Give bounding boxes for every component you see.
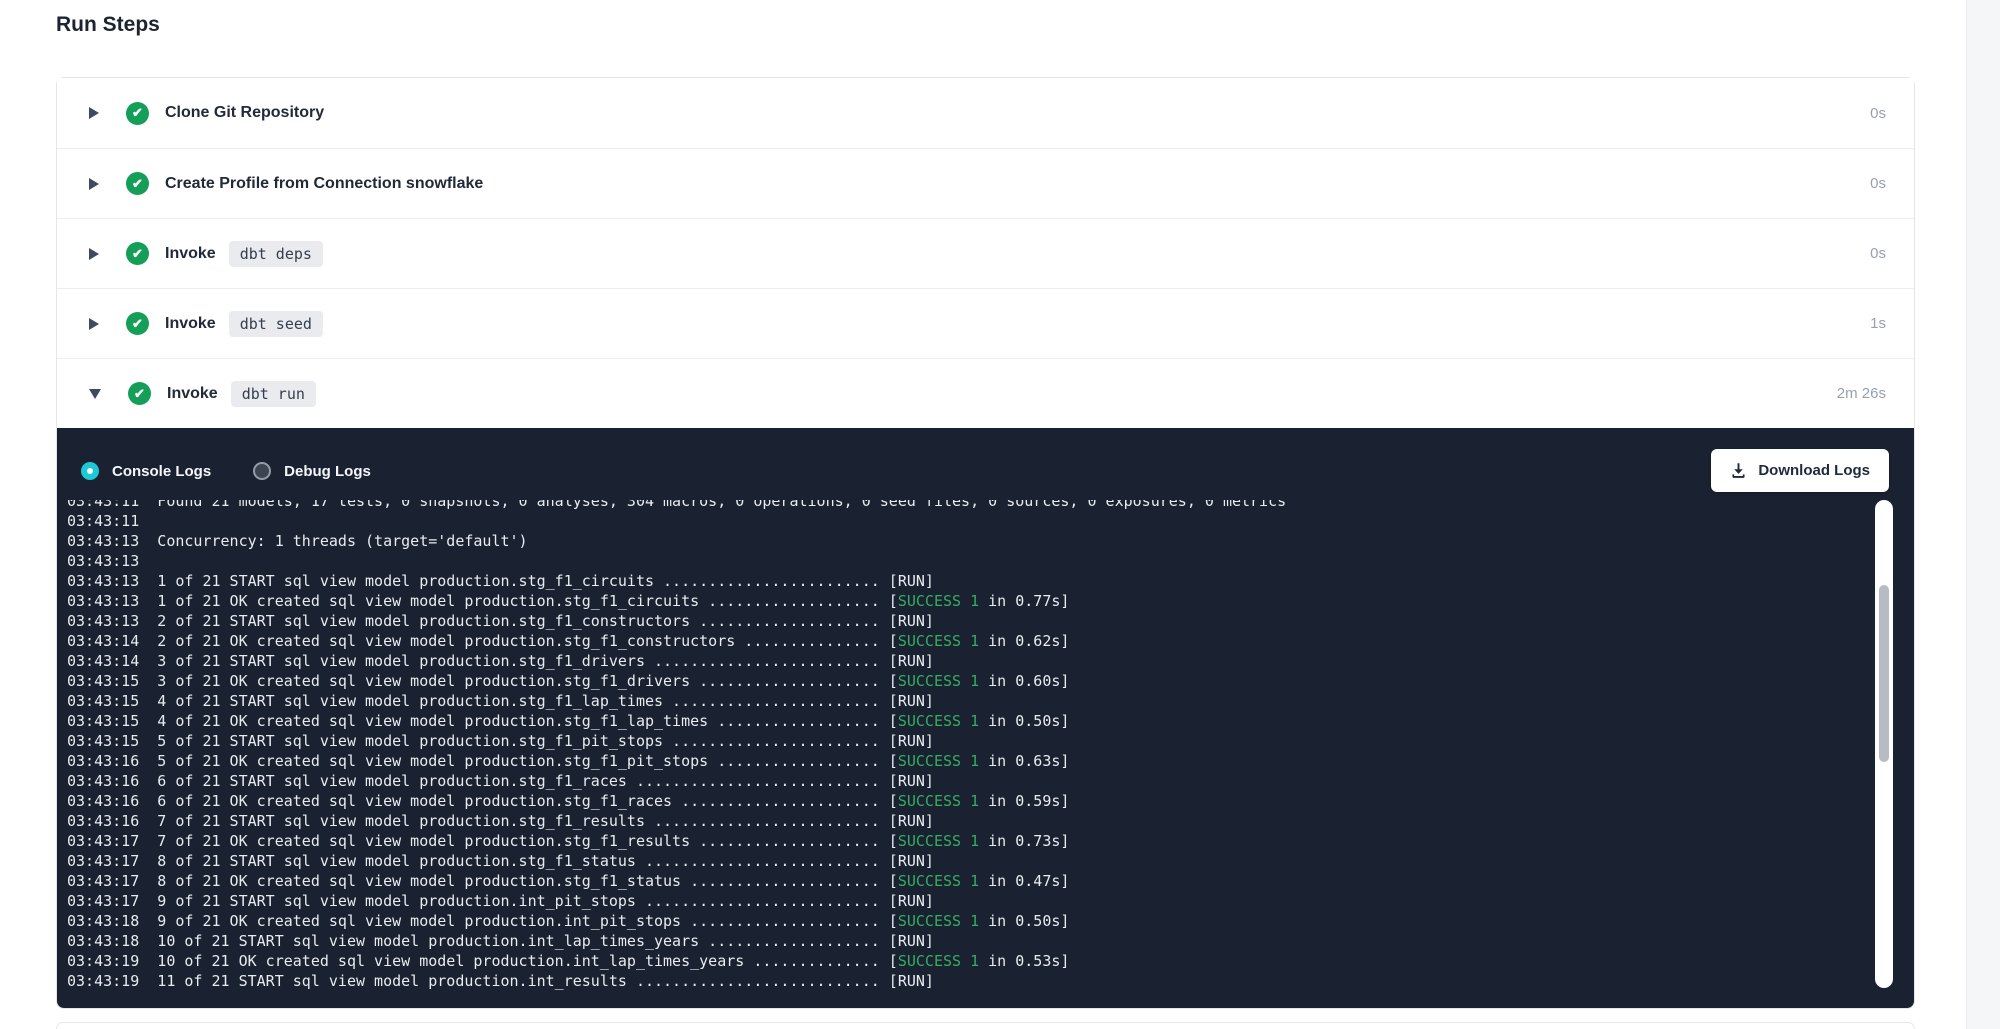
log-line: 03:43:19 10 of 21 OK created sql view mo… [67,951,1858,971]
log-line: 03:43:14 2 of 21 OK created sql view mod… [67,631,1858,651]
step-duration: 0s [1870,245,1886,262]
radio-console-logs[interactable]: Console Logs [81,462,211,480]
log-line: 03:43:17 9 of 21 START sql view model pr… [67,891,1858,911]
log-line: 03:43:19 11 of 21 START sql view model p… [67,971,1858,991]
next-card-top-edge [56,1022,1915,1029]
log-line: 03:43:17 7 of 21 OK created sql view mod… [67,831,1858,851]
expand-caret-icon[interactable] [89,178,99,190]
expand-caret-icon[interactable] [89,318,99,330]
page-scroll-gutter[interactable] [1966,0,2000,1029]
log-line: 03:43:13 Concurrency: 1 threads (target=… [67,531,1858,551]
log-line: 03:43:15 4 of 21 OK created sql view mod… [67,711,1858,731]
log-line: 03:43:13 1 of 21 OK created sql view mod… [67,591,1858,611]
log-line: 03:43:14 3 of 21 START sql view model pr… [67,651,1858,671]
step-row[interactable]: ✔ Invoke dbt seed 1s [57,288,1914,358]
success-check-icon: ✔ [126,172,149,195]
step-label: Invoke [165,315,216,333]
run-steps-list: ✔ Clone Git Repository 0s ✔ Create Profi… [57,78,1914,428]
step-row[interactable]: ✔ Create Profile from Connection snowfla… [57,148,1914,218]
step-label: Create Profile from Connection snowflake [165,175,483,193]
log-line: 03:43:16 7 of 21 START sql view model pr… [67,811,1858,831]
log-scrollbar-thumb[interactable] [1879,585,1889,762]
log-line: 03:43:17 8 of 21 OK created sql view mod… [67,871,1858,891]
log-line: 03:43:18 9 of 21 OK created sql view mod… [67,911,1858,931]
expand-caret-icon[interactable] [89,107,99,119]
radio-debug-logs[interactable]: Debug Logs [253,462,371,480]
log-line: 03:43:17 8 of 21 START sql view model pr… [67,851,1858,871]
log-line: 03:43:18 10 of 21 START sql view model p… [67,931,1858,951]
step-label: Invoke [165,245,216,263]
log-line: 03:43:13 [67,551,1858,571]
expand-caret-icon[interactable] [89,248,99,260]
console-log-viewport[interactable]: 03:43:11 Found 21 models, 17 tests, 0 sn… [67,500,1858,1000]
expand-caret-icon[interactable] [89,389,101,399]
download-logs-button[interactable]: Download Logs [1711,449,1889,492]
log-line: 03:43:11 [67,511,1858,531]
radio-icon[interactable] [81,462,99,480]
step-command-badge: dbt run [231,381,316,407]
radio-icon[interactable] [253,462,271,480]
step-row[interactable]: ✔ Clone Git Repository 0s [57,78,1914,148]
download-icon [1730,462,1747,479]
step-command-badge: dbt deps [229,241,323,267]
success-check-icon: ✔ [126,242,149,265]
page-title: Run Steps [56,13,160,37]
log-line: 03:43:15 3 of 21 OK created sql view mod… [67,671,1858,691]
log-line: 03:43:13 1 of 21 START sql view model pr… [67,571,1858,591]
download-logs-label: Download Logs [1758,462,1870,479]
log-line: 03:43:11 Found 21 models, 17 tests, 0 sn… [67,500,1858,511]
step-duration: 0s [1870,175,1886,192]
log-panel: Console Logs Debug Logs Download Logs 03… [57,428,1914,1008]
success-check-icon: ✔ [126,102,149,125]
step-command-badge: dbt seed [229,311,323,337]
log-line: 03:43:16 6 of 21 OK created sql view mod… [67,791,1858,811]
log-line: 03:43:16 6 of 21 START sql view model pr… [67,771,1858,791]
run-steps-card: ✔ Clone Git Repository 0s ✔ Create Profi… [56,77,1915,1009]
log-scrollbar-track[interactable] [1875,500,1893,988]
log-line: 03:43:16 5 of 21 OK created sql view mod… [67,751,1858,771]
step-label: Invoke [167,385,218,403]
success-check-icon: ✔ [128,382,151,405]
log-line: 03:43:15 4 of 21 START sql view model pr… [67,691,1858,711]
step-duration: 1s [1870,315,1886,332]
log-line: 03:43:15 5 of 21 START sql view model pr… [67,731,1858,751]
log-type-radio-group: Console Logs Debug Logs [57,428,1914,480]
success-check-icon: ✔ [126,312,149,335]
step-duration: 0s [1870,105,1886,122]
step-label: Clone Git Repository [165,104,324,122]
step-row[interactable]: ✔ Invoke dbt run 2m 26s [57,358,1914,428]
step-duration: 2m 26s [1837,385,1886,402]
step-row[interactable]: ✔ Invoke dbt deps 0s [57,218,1914,288]
log-line: 03:43:13 2 of 21 START sql view model pr… [67,611,1858,631]
